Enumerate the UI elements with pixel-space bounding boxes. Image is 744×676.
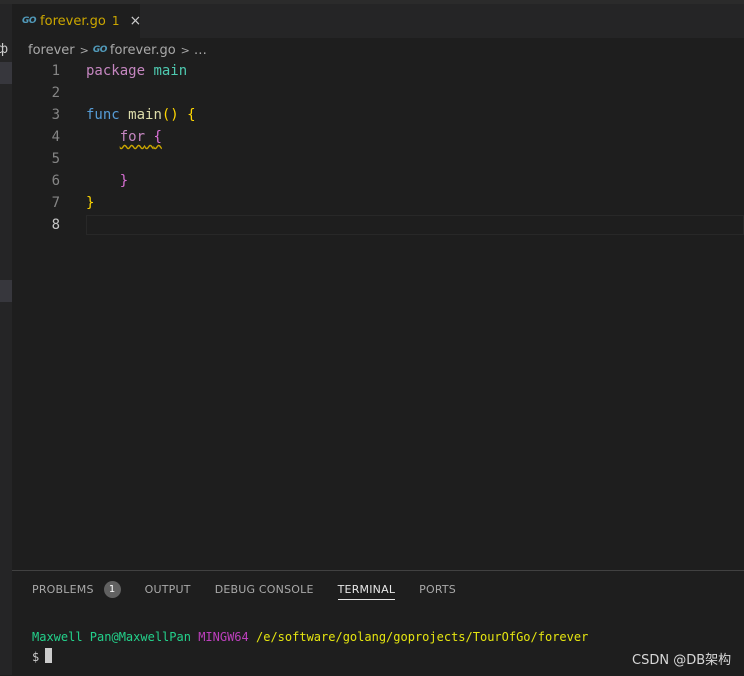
tab-debug-console[interactable]: DEBUG CONSOLE bbox=[215, 571, 314, 607]
watermark: CSDN @DB架构 bbox=[632, 653, 732, 668]
tab-problems[interactable]: PROBLEMS 1 bbox=[32, 571, 121, 607]
code-text: for { bbox=[119, 129, 162, 145]
breadcrumb: forever > GO forever.go > … bbox=[28, 40, 207, 60]
code-line[interactable]: 5 bbox=[12, 148, 744, 170]
code-text: } bbox=[86, 195, 95, 211]
chevron-right-icon: > bbox=[79, 43, 89, 57]
terminal-user: Maxwell Pan@MaxwellPan bbox=[32, 630, 191, 644]
code-editor[interactable]: 1 package main 2 3 func main() { 4 for {… bbox=[12, 60, 744, 570]
line-number: 4 bbox=[51, 129, 60, 145]
breadcrumb-more[interactable]: … bbox=[194, 43, 207, 58]
tab-output[interactable]: OUTPUT bbox=[145, 571, 191, 607]
warning-squiggle: for bbox=[119, 129, 146, 145]
chevron-right-icon: > bbox=[180, 43, 190, 57]
line-number: 5 bbox=[51, 151, 60, 167]
problems-badge: 1 bbox=[103, 580, 121, 598]
code-line[interactable]: 2 bbox=[12, 82, 744, 104]
terminal-output[interactable]: Maxwell Pan@MaxwellPan MINGW64 /e/softwa… bbox=[32, 627, 588, 667]
tab-title: forever.go bbox=[40, 13, 106, 29]
explorer-hover-row[interactable] bbox=[0, 280, 12, 302]
explorer-edge: ф bbox=[0, 4, 12, 675]
tab-ports[interactable]: PORTS bbox=[419, 571, 456, 607]
terminal-cursor bbox=[45, 648, 53, 663]
editor-tab-bar: GO forever.go 1 × bbox=[12, 4, 744, 38]
line-number: 8 bbox=[51, 217, 60, 233]
line-number: 3 bbox=[51, 107, 60, 123]
tab-terminal[interactable]: TERMINAL bbox=[337, 571, 396, 607]
code-line[interactable]: 4 for { bbox=[12, 126, 744, 148]
code-line[interactable]: 1 package main bbox=[12, 60, 744, 82]
code-line-current[interactable]: 8 bbox=[12, 214, 744, 236]
code-line[interactable]: 7 } bbox=[12, 192, 744, 214]
panel-tabs: PROBLEMS 1 OUTPUT DEBUG CONSOLE TERMINAL… bbox=[32, 571, 480, 607]
terminal-path: /e/software/golang/goprojects/TourOfGo/f… bbox=[256, 630, 589, 644]
code-line[interactable]: 3 func main() { bbox=[12, 104, 744, 126]
explorer-selected-row[interactable] bbox=[0, 62, 12, 84]
line-number: 1 bbox=[51, 63, 60, 79]
line-number: 7 bbox=[51, 195, 60, 211]
current-line-highlight bbox=[86, 215, 744, 235]
terminal-system: MINGW64 bbox=[198, 630, 249, 644]
terminal-prompt: $ bbox=[32, 650, 40, 664]
breadcrumb-folder[interactable]: forever bbox=[28, 43, 75, 58]
line-number: 6 bbox=[51, 173, 60, 189]
code-line[interactable]: 6 } bbox=[12, 170, 744, 192]
go-file-icon: GO bbox=[22, 16, 37, 26]
breadcrumb-file[interactable]: forever.go bbox=[110, 43, 176, 58]
folder-glyph-icon: ф bbox=[0, 42, 9, 57]
tab-forever-go[interactable]: GO forever.go 1 × bbox=[12, 4, 141, 38]
code-text: } bbox=[119, 173, 129, 189]
code-text: package main bbox=[86, 63, 188, 79]
go-file-icon: GO bbox=[92, 45, 108, 55]
code-text: func main() { bbox=[86, 107, 196, 123]
tab-close-icon[interactable]: × bbox=[129, 13, 141, 29]
tab-problem-count: 1 bbox=[111, 14, 120, 28]
line-number: 2 bbox=[51, 85, 60, 101]
